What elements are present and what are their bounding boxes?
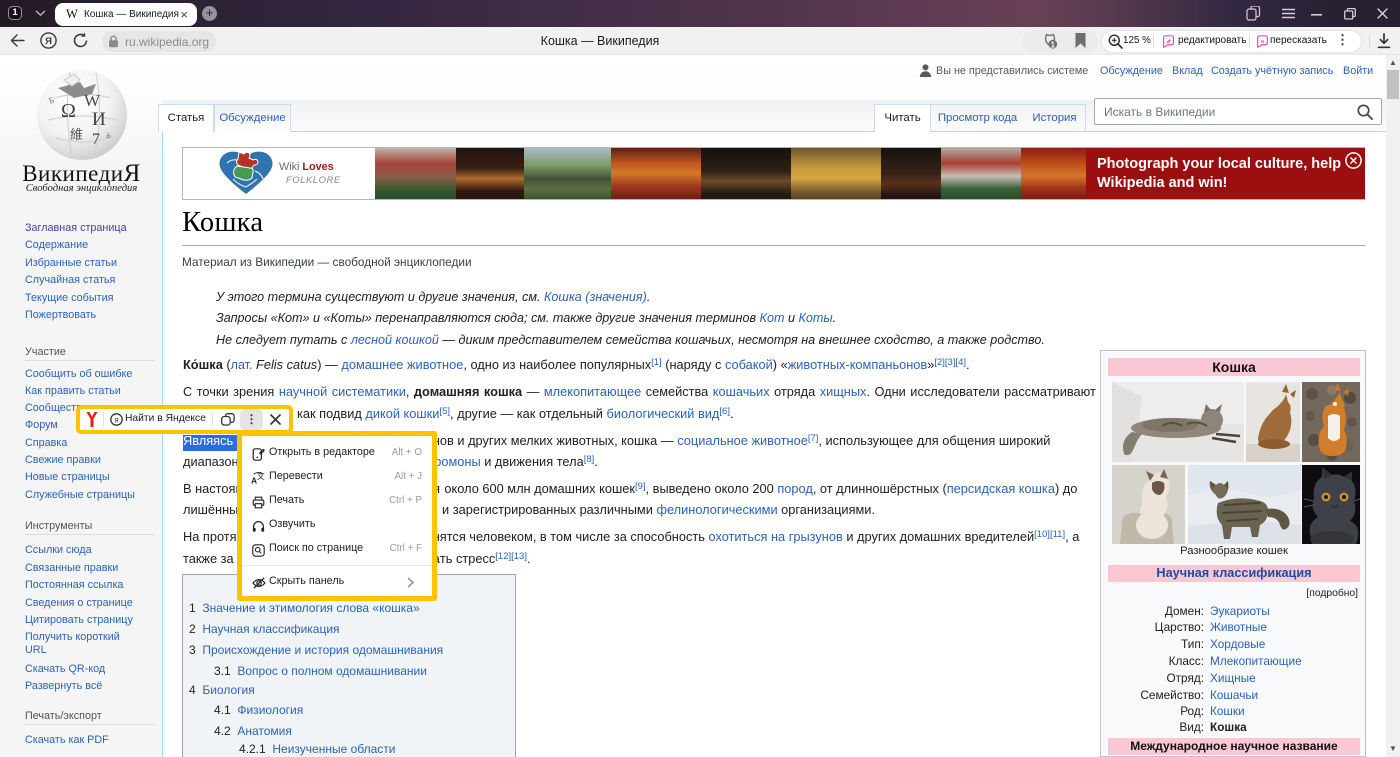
svg-text:1: 1 — [1050, 39, 1055, 49]
svg-text:ة: ة — [106, 130, 111, 141]
svg-text:И: И — [92, 109, 106, 130]
svg-text:Я: Я — [45, 36, 52, 47]
svg-text:я: я — [114, 416, 118, 425]
svg-text:維: 維 — [70, 127, 83, 142]
svg-text:«: « — [1260, 37, 1264, 46]
svg-text:W: W — [84, 91, 101, 110]
svg-text:Ω: Ω — [61, 100, 76, 122]
svg-text:7: 7 — [92, 131, 100, 148]
